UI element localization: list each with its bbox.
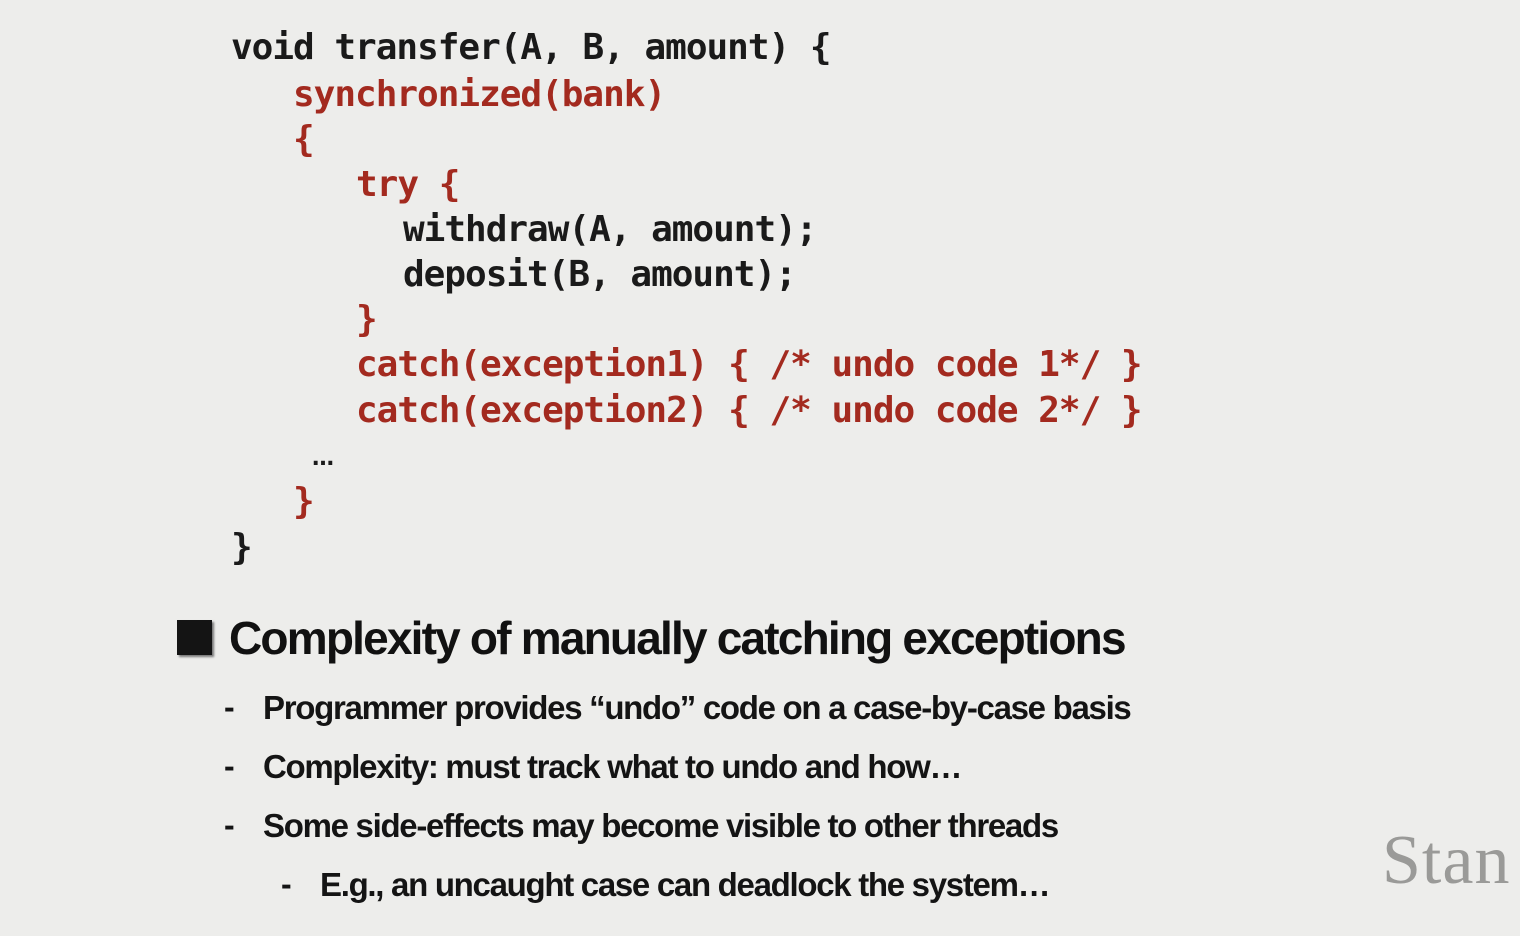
code-line-try: try {	[356, 164, 460, 205]
code-line-withdraw: withdraw(A, amount);	[403, 209, 817, 250]
code-line-function-signature: void transfer(A, B, amount) {	[231, 27, 832, 68]
sub-sub-bullet-deadlock: E.g., an uncaught case can deadlock the …	[320, 866, 1051, 903]
code-line-catch-1: catch(exception1) { /* undo code 1*/ }	[356, 344, 1143, 385]
dash-icon: -	[224, 689, 235, 725]
bullet-square-icon	[177, 620, 212, 655]
code-line-try-close: }	[356, 299, 378, 340]
code-line-deposit: deposit(B, amount);	[403, 254, 797, 295]
code-line-sync-close: }	[293, 481, 315, 522]
code-block: void transfer(A, B, amount) { synchroniz…	[0, 0, 1143, 566]
sub-bullet-side-effects: Some side-effects may become visible to …	[263, 807, 1059, 844]
code-line-function-close: }	[231, 527, 253, 568]
dash-icon: -	[224, 748, 235, 784]
sub-bullet-track-undo: Complexity: must track what to undo and …	[263, 748, 962, 785]
bullet-heading: Complexity of manually catching exceptio…	[229, 612, 1127, 664]
code-line-open-brace: {	[293, 119, 315, 160]
dash-icon: -	[281, 866, 292, 902]
sub-bullet-undo-code: Programmer provides “undo” code on a cas…	[263, 689, 1132, 726]
code-ellipsis: …	[312, 446, 334, 471]
dash-icon: -	[224, 807, 235, 843]
code-line-catch-2: catch(exception2) { /* undo code 2*/ }	[356, 390, 1143, 431]
stanford-logo: Stan	[1382, 822, 1511, 899]
code-line-synchronized: synchronized(bank)	[293, 74, 666, 115]
